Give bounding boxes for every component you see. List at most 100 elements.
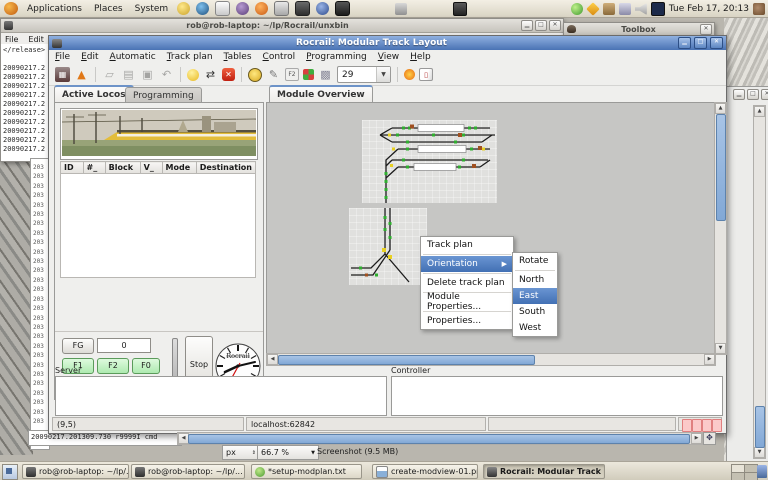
upload-icon[interactable]: ▲ <box>74 67 89 82</box>
tab-active-locos[interactable]: Active Locos <box>54 85 134 103</box>
submenu-item-rotate[interactable]: Rotate <box>513 253 557 269</box>
submenu-item-north[interactable]: North <box>513 272 557 288</box>
launcher-gimp-icon[interactable] <box>236 2 249 15</box>
system-monitor-icon[interactable] <box>651 2 665 16</box>
context-item-module-properties[interactable]: Module Properties... <box>421 294 513 310</box>
submenu-item-west[interactable]: West <box>513 320 557 336</box>
module-view-icon[interactable]: ▩ <box>318 67 333 82</box>
track-module-1[interactable] <box>362 120 497 203</box>
module-overview-hscrollbar[interactable]: ◀ ▶ <box>266 353 716 366</box>
launcher-help-icon[interactable] <box>196 2 209 15</box>
scroll-left-icon[interactable]: ◀ <box>267 354 278 365</box>
hscrollbar-thumb[interactable] <box>278 355 535 365</box>
terminal-menu-file[interactable]: File <box>5 35 18 44</box>
tab-programming[interactable]: Programming <box>125 87 202 103</box>
edit-icon[interactable]: ✎ <box>266 67 281 82</box>
taskbar-button-terminal-1[interactable]: rob@rob-laptop: ~/lp/... <box>22 464 129 479</box>
launcher-firefox-icon[interactable] <box>255 2 268 15</box>
scroll-up-icon[interactable]: ▲ <box>715 103 726 114</box>
gimp-hscrollbar-thumb[interactable] <box>188 434 690 444</box>
trash-icon[interactable] <box>757 465 767 478</box>
loco-table-body[interactable] <box>60 174 256 278</box>
menu-view[interactable]: View <box>378 52 399 62</box>
scrollbar-thumb[interactable] <box>755 406 765 448</box>
menu-system[interactable]: System <box>132 3 172 15</box>
gimp-navigation-icon[interactable]: ✥ <box>703 432 716 445</box>
panel-clock[interactable]: Tue Feb 17, 20:13 <box>669 4 749 14</box>
scale-combobox[interactable]: 29 ▼ <box>337 66 391 83</box>
scroll-up-icon[interactable]: ▲ <box>754 106 765 117</box>
col-addr[interactable]: #_ <box>83 162 105 174</box>
auto-mode-lamp-icon[interactable] <box>187 69 199 81</box>
scroll-down-icon[interactable]: ▼ <box>715 343 726 354</box>
maximize-icon[interactable]: □ <box>535 20 547 31</box>
col-id[interactable]: ID <box>61 162 84 174</box>
context-item-track-plan[interactable]: Track plan <box>421 237 513 253</box>
taskbar-button-image[interactable]: create-modview-01.pn... <box>372 464 478 479</box>
taskbar-button-editor[interactable]: *setup-modplan.txt <box>251 464 362 479</box>
terminal-side-window[interactable]: 203 203 203 203 203 203 203 203 203 203 … <box>30 158 50 450</box>
workspace-3[interactable] <box>731 472 745 480</box>
module-overview-vscrollbar[interactable]: ▲ ▼ <box>714 102 727 355</box>
close-icon[interactable]: ✕ <box>761 89 768 100</box>
book-icon[interactable]: ▯ <box>419 68 433 81</box>
taskbar-button-rocrail[interactable]: Rocrail: Modular Track ... <box>483 464 605 479</box>
chevron-down-icon[interactable]: ▼ <box>311 450 315 456</box>
launcher-globe-icon[interactable] <box>316 2 329 15</box>
seal-icon[interactable] <box>753 3 765 15</box>
close-icon[interactable]: ✕ <box>710 37 723 49</box>
menu-help[interactable]: Help <box>410 52 431 62</box>
track-module-2[interactable] <box>349 208 427 285</box>
submenu-item-south[interactable]: South <box>513 304 557 320</box>
menu-programming[interactable]: Programming <box>306 52 367 62</box>
alert-icon[interactable] <box>586 2 600 16</box>
scroll-right-icon[interactable]: ▶ <box>691 433 702 444</box>
context-item-properties[interactable]: Properties... <box>421 313 513 329</box>
controller-log[interactable] <box>391 376 723 416</box>
emergency-stop-icon[interactable]: ✕ <box>222 68 235 81</box>
close-icon[interactable]: ✕ <box>700 24 712 35</box>
power-icon[interactable]: ▦ <box>55 67 70 82</box>
background-window-buttons[interactable]: ▁ □ ✕ <box>731 89 768 100</box>
package-icon[interactable] <box>603 3 615 15</box>
rocrail-window[interactable]: Rocrail: Modular Track Layout ▁ □ ✕ File… <box>48 35 727 434</box>
menu-applications[interactable]: Applications <box>24 3 85 15</box>
background-window-scrollbar[interactable]: ▲ ▼ <box>753 105 766 459</box>
col-block[interactable]: Block <box>105 162 140 174</box>
context-item-orientation[interactable]: Orientation▶ <box>421 256 513 272</box>
maximize-icon[interactable]: □ <box>694 37 707 49</box>
workspace-4[interactable] <box>744 472 758 480</box>
launcher-files-icon[interactable] <box>274 1 289 16</box>
maximize-icon[interactable]: □ <box>747 89 759 100</box>
col-destination[interactable]: Destination <box>196 162 255 174</box>
menu-places[interactable]: Places <box>91 3 126 15</box>
color-grid-icon[interactable] <box>303 69 314 80</box>
launcher-train-icon[interactable] <box>335 1 350 16</box>
function-keys-icon[interactable]: F2 <box>285 68 299 81</box>
swap-icon[interactable]: ⇄ <box>203 67 218 82</box>
minimize-icon[interactable]: ▁ <box>678 37 691 49</box>
col-v[interactable]: V_ <box>140 162 162 174</box>
speed-field[interactable]: 0 <box>97 338 151 353</box>
volume-icon[interactable] <box>635 3 647 15</box>
scroll-down-icon[interactable]: ▼ <box>754 447 765 458</box>
fg-button[interactable]: FG <box>62 338 94 354</box>
terminal-menu-edit[interactable]: Edit <box>28 35 44 44</box>
menu-control[interactable]: Control <box>263 52 296 62</box>
launcher-screenshot-icon[interactable] <box>177 2 190 15</box>
show-desktop-button[interactable] <box>2 464 18 480</box>
rocrail-titlebar[interactable]: Rocrail: Modular Track Layout ▁ □ ✕ <box>49 36 726 50</box>
gimp-unit-selector[interactable]: px ⇕ <box>222 445 260 460</box>
menu-tables[interactable]: Tables <box>224 52 252 62</box>
menu-edit[interactable]: Edit <box>81 52 98 62</box>
sun-icon[interactable] <box>404 69 415 80</box>
menu-file[interactable]: File <box>55 52 70 62</box>
launcher-terminal-icon[interactable] <box>295 1 310 16</box>
tray-icon-window[interactable] <box>453 2 467 16</box>
vscrollbar-thumb[interactable] <box>716 114 726 221</box>
submenu-item-east[interactable]: East <box>513 288 557 304</box>
close-icon[interactable]: ✕ <box>549 20 561 31</box>
gimp-hscrollbar[interactable]: ◀ ▶ <box>177 432 703 445</box>
scroll-right-icon[interactable]: ▶ <box>704 354 715 365</box>
loco-table[interactable]: ID #_ Block V_ Mode Destination <box>60 161 256 278</box>
